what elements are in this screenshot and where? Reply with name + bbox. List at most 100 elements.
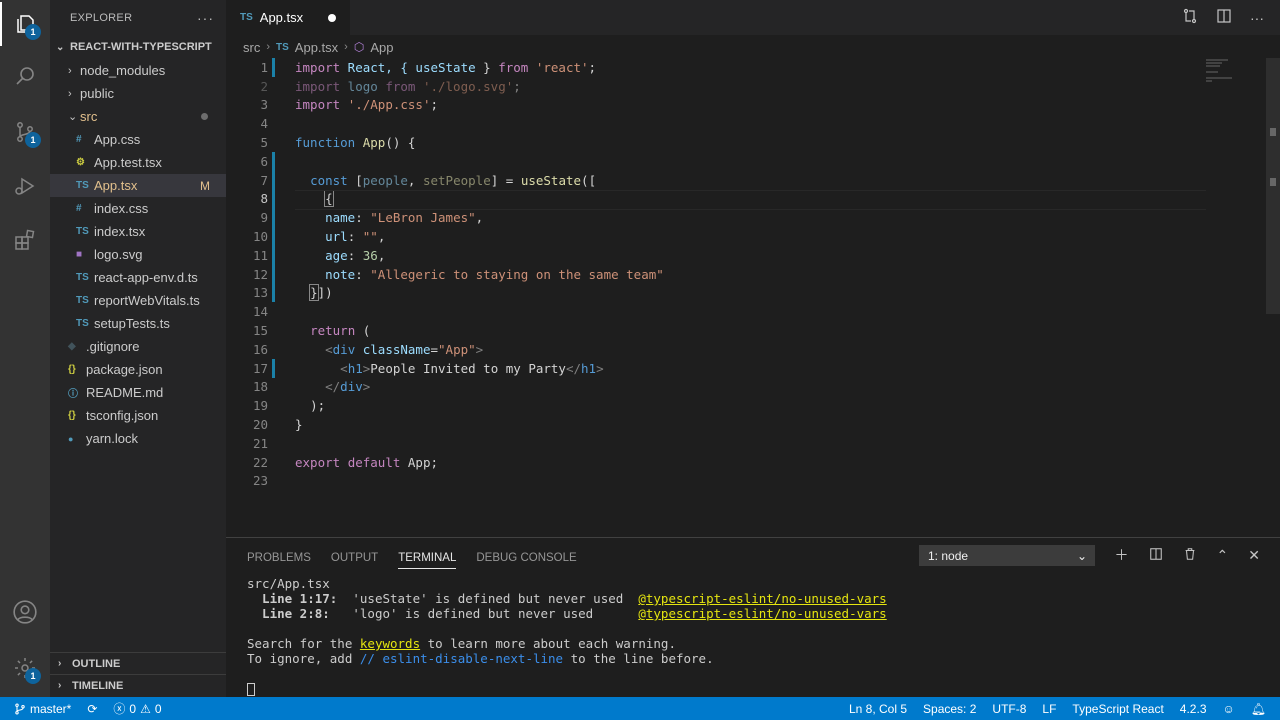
tree-file-app-css[interactable]: # App.css bbox=[50, 128, 226, 151]
tree-folder-src[interactable]: ⌄ src bbox=[50, 105, 226, 128]
code-line: 12 note: "Allegeric to staying on the sa… bbox=[226, 264, 1206, 284]
typescript-file-icon: TS bbox=[76, 272, 89, 283]
tree-file-readme[interactable]: ⓘ README.md bbox=[50, 381, 226, 404]
tree-file-setup-tests[interactable]: TS setupTests.ts bbox=[50, 312, 226, 335]
explorer-badge: 1 bbox=[25, 24, 41, 40]
tab-output[interactable]: OUTPUT bbox=[331, 547, 378, 569]
notifications-bell-icon[interactable]: 🔔︎ bbox=[1251, 702, 1266, 716]
explorer-icon[interactable]: 1 bbox=[0, 2, 50, 46]
breadcrumb-symbol[interactable]: App bbox=[370, 40, 393, 55]
outline-section[interactable]: › OUTLINE bbox=[50, 652, 226, 674]
search-icon[interactable] bbox=[0, 54, 50, 98]
modified-gutter-bar bbox=[272, 58, 275, 77]
tab-app-tsx[interactable]: TS App.tsx bbox=[226, 0, 350, 35]
typescript-version[interactable]: 4.2.3 bbox=[1180, 702, 1207, 716]
extensions-icon[interactable] bbox=[0, 218, 50, 262]
git-modified-mark: M bbox=[200, 178, 210, 193]
modified-gutter-bar bbox=[272, 283, 275, 303]
split-terminal-icon[interactable] bbox=[1149, 547, 1163, 564]
unsaved-dot-icon[interactable] bbox=[328, 13, 336, 22]
modified-gutter-bar bbox=[272, 358, 275, 378]
more-actions-button[interactable]: ··· bbox=[197, 10, 214, 26]
editor-tabs: TS App.tsx ··· bbox=[226, 0, 1280, 35]
terminal-output[interactable]: src/App.tsx Line 1:17: 'useState' is def… bbox=[247, 576, 1247, 696]
project-root[interactable]: ⌄ REACT-WITH-TYPESCRIPT bbox=[50, 35, 226, 59]
new-terminal-icon[interactable]: ＋ bbox=[1115, 545, 1129, 565]
tree-label: App.test.tsx bbox=[94, 155, 162, 170]
code-text: function App() { bbox=[295, 135, 416, 151]
maximize-panel-icon[interactable]: ⌃ bbox=[1217, 547, 1229, 564]
git-branch-icon bbox=[15, 703, 25, 714]
more-actions-icon[interactable]: ··· bbox=[1250, 10, 1264, 26]
run-debug-icon[interactable] bbox=[0, 164, 50, 208]
tree-folder-public[interactable]: › public bbox=[50, 82, 226, 105]
yarn-file-icon: ● bbox=[68, 433, 74, 444]
code-editor[interactable]: 1 import React, { useState } from 'react… bbox=[226, 58, 1206, 533]
terminal-line: Line 1:17: 'useState' is defined but nev… bbox=[247, 591, 887, 606]
settings-gear-icon[interactable]: 1 bbox=[0, 646, 50, 690]
tree-label: setupTests.ts bbox=[94, 316, 170, 331]
tree-file-tsconfig[interactable]: {} tsconfig.json bbox=[50, 404, 226, 427]
compare-changes-icon[interactable] bbox=[1182, 8, 1198, 27]
tree-file-yarn-lock[interactable]: ● yarn.lock bbox=[50, 427, 226, 450]
code-line: 20 } bbox=[226, 415, 1206, 434]
chevron-right-icon: › bbox=[68, 64, 72, 77]
problems-status[interactable]: ⓧ 0 ⚠ 0 bbox=[113, 700, 161, 717]
tree-file-index-css[interactable]: # index.css bbox=[50, 197, 226, 220]
tree-folder-node-modules[interactable]: › node_modules bbox=[50, 59, 226, 82]
source-control-icon[interactable]: 1 bbox=[0, 110, 50, 154]
gutter bbox=[268, 378, 295, 397]
source-control-badge: 1 bbox=[25, 132, 41, 148]
code-text: import './App.css'; bbox=[295, 97, 439, 113]
tree-file-app-test[interactable]: ⚙ App.test.tsx bbox=[50, 151, 226, 174]
code-line-current: 8 { bbox=[226, 189, 1206, 211]
git-branch-status[interactable]: master* bbox=[14, 702, 71, 716]
tree-file-report-web-vitals[interactable]: TS reportWebVitals.ts bbox=[50, 289, 226, 312]
panel-actions: ＋ ⌃ ✕ bbox=[1115, 544, 1260, 566]
tree-file-logo-svg[interactable]: ■ logo.svg bbox=[50, 243, 226, 266]
tree-file-gitignore[interactable]: ◆ .gitignore bbox=[50, 335, 226, 358]
tree-file-package-json[interactable]: {} package.json bbox=[50, 358, 226, 381]
breadcrumb-file[interactable]: App.tsx bbox=[295, 40, 338, 55]
modified-dot bbox=[201, 113, 208, 120]
modified-gutter-bar bbox=[272, 189, 275, 209]
tree-file-react-app-env[interactable]: TS react-app-env.d.ts bbox=[50, 266, 226, 289]
gutter bbox=[268, 472, 295, 491]
split-editor-icon[interactable] bbox=[1216, 8, 1232, 27]
language-mode[interactable]: TypeScript React bbox=[1072, 702, 1163, 716]
typescript-file-icon: TS bbox=[76, 318, 89, 329]
account-icon[interactable] bbox=[0, 590, 50, 634]
close-panel-icon[interactable]: ✕ bbox=[1248, 547, 1260, 564]
encoding[interactable]: UTF-8 bbox=[992, 702, 1026, 716]
project-name: REACT-WITH-TYPESCRIPT bbox=[70, 41, 212, 53]
tree-file-app-tsx[interactable]: TS App.tsx M bbox=[50, 174, 226, 197]
modified-gutter-bar bbox=[272, 264, 275, 284]
gutter bbox=[268, 453, 295, 472]
outline-label: OUTLINE bbox=[72, 657, 121, 670]
sync-icon[interactable]: ⟳ bbox=[87, 702, 97, 716]
tab-problems[interactable]: PROBLEMS bbox=[247, 547, 311, 569]
tab-terminal[interactable]: TERMINAL bbox=[398, 547, 457, 569]
indentation[interactable]: Spaces: 2 bbox=[923, 702, 976, 716]
line-number: 8 bbox=[260, 191, 268, 207]
code-text: }]) bbox=[309, 284, 333, 302]
gutter bbox=[268, 434, 295, 453]
tab-debug-console[interactable]: DEBUG CONSOLE bbox=[476, 547, 576, 569]
editor-scrollbar[interactable] bbox=[1266, 58, 1280, 314]
timeline-section[interactable]: › TIMELINE bbox=[50, 674, 226, 696]
end-of-line[interactable]: LF bbox=[1042, 702, 1056, 716]
terminal-select[interactable]: 1: node ⌄ bbox=[919, 545, 1095, 566]
line-number: 2 bbox=[260, 78, 268, 94]
cursor-position[interactable]: Ln 8, Col 5 bbox=[849, 702, 907, 716]
minimap[interactable] bbox=[1206, 58, 1264, 88]
breadcrumb-folder[interactable]: src bbox=[243, 40, 260, 55]
code-text: { bbox=[324, 190, 334, 208]
code-line: 11 age: 36, bbox=[226, 245, 1206, 265]
feedback-icon[interactable]: ☺ bbox=[1223, 702, 1235, 716]
tree-file-index-tsx[interactable]: TS index.tsx bbox=[50, 220, 226, 243]
trash-icon[interactable] bbox=[1183, 547, 1197, 564]
gutter bbox=[268, 189, 295, 209]
line-number: 19 bbox=[252, 398, 268, 414]
tree-label: App.css bbox=[94, 132, 141, 147]
